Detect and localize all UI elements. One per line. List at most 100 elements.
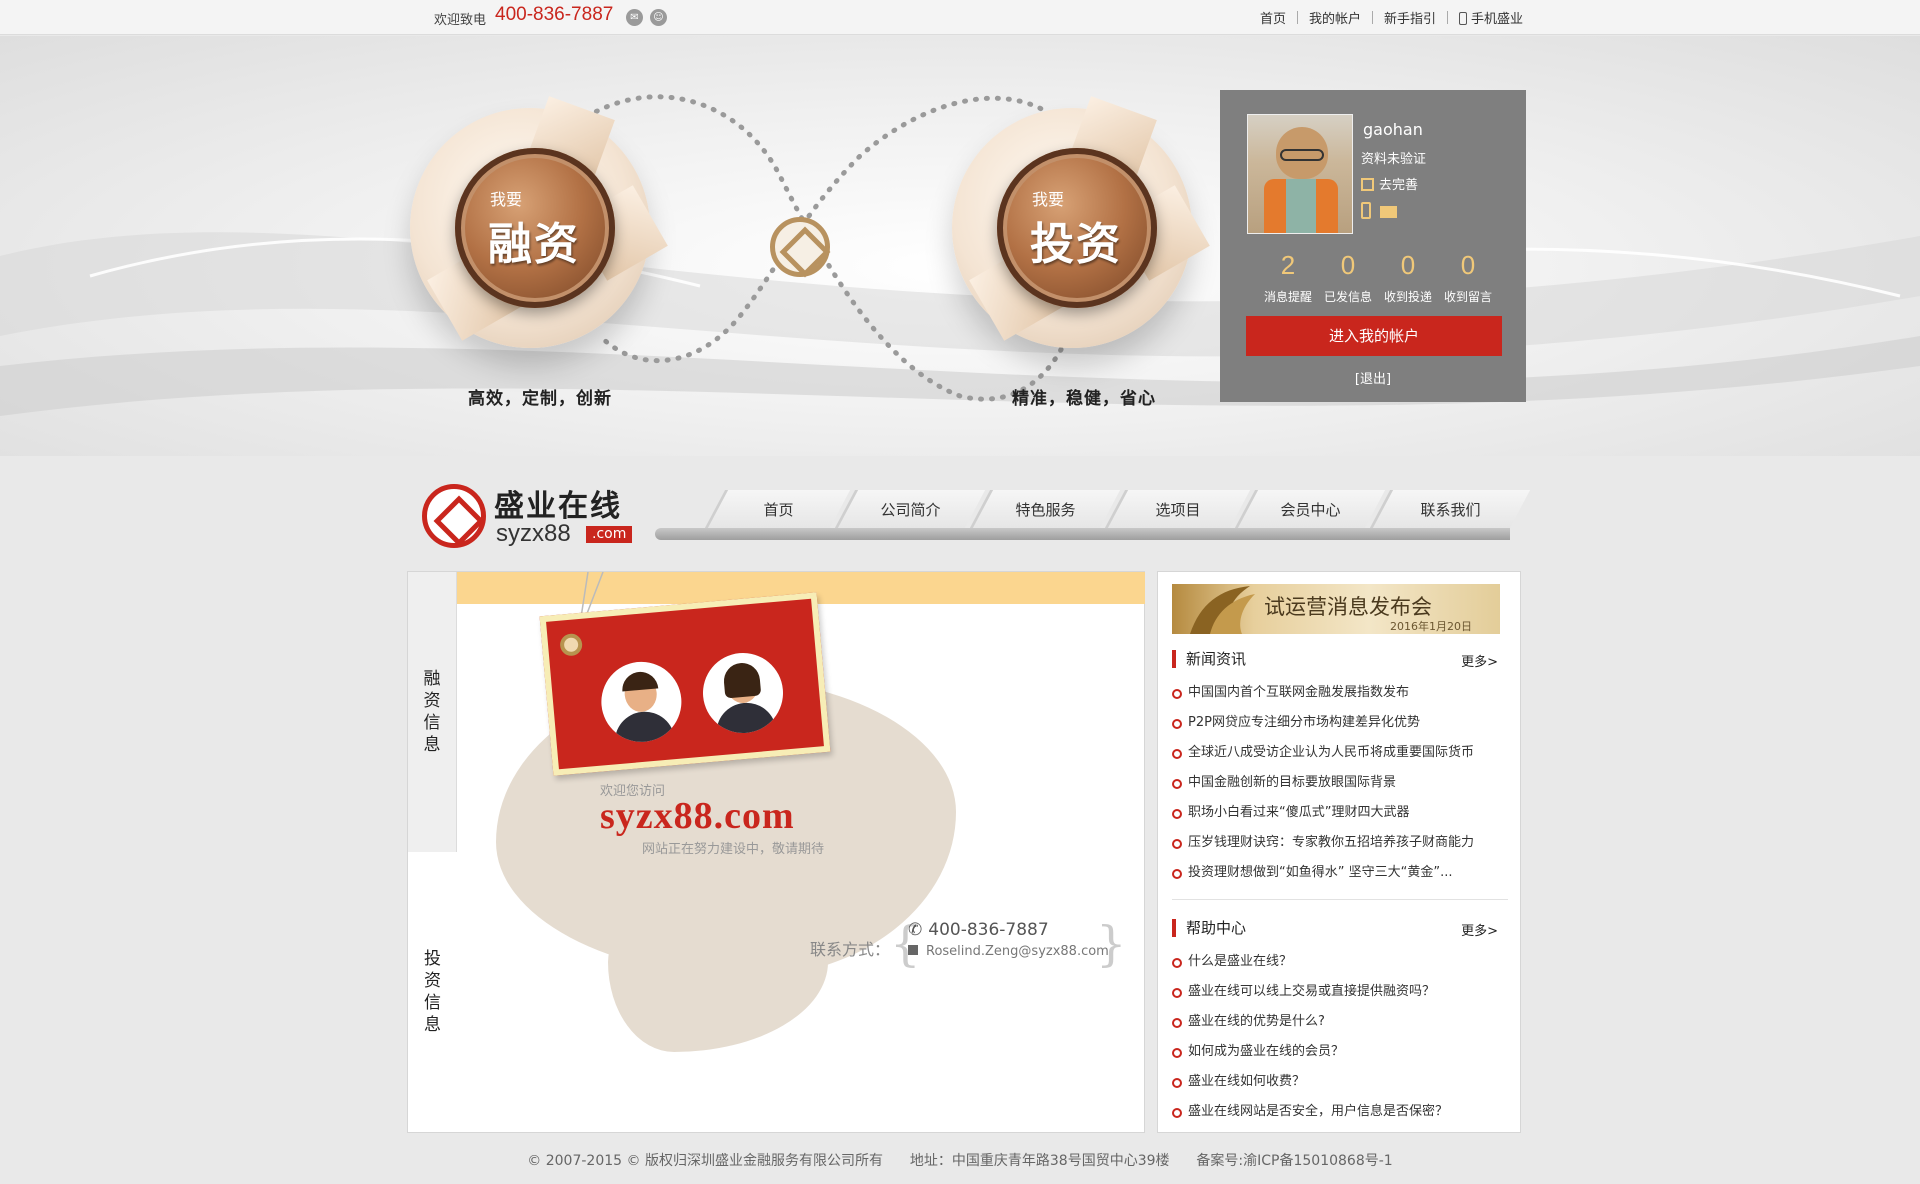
news-item[interactable]: 中国国内首个互联网金融发展指数发布 <box>1172 678 1502 708</box>
help-item[interactable]: 如何成为盛业在线的会员？ <box>1172 1037 1502 1067</box>
top-link-guide[interactable]: 新手指引 <box>1384 8 1436 27</box>
banner-title: 试运营消息发布会 <box>1264 595 1432 619</box>
enter-account-button[interactable]: 进入我的帐户 <box>1246 316 1502 356</box>
user-stats: 2 消息提醒 0 已发信息 0 收到投递 0 收到留言 <box>1258 250 1498 305</box>
avatar-shirt <box>1286 179 1316 233</box>
tab-finance-info-label: 融资信息 <box>423 669 441 755</box>
help-item[interactable]: 盛业在线如何收费？ <box>1172 1067 1502 1097</box>
news-section-title: 新闻资讯 <box>1172 650 1246 668</box>
invest-small-label: 我要 <box>1032 190 1065 209</box>
agent-hair <box>722 661 762 699</box>
nav-item-members[interactable]: 会员中心 <box>1234 490 1386 528</box>
stat-messages[interactable]: 2 消息提醒 <box>1258 250 1318 305</box>
news-more-link[interactable]: 更多> <box>1461 651 1498 670</box>
footer-copyright: © 2007-2015 © 版权归深圳盛业金融服务有限公司所有 <box>527 1153 883 1169</box>
brand-logo-icon[interactable] <box>422 484 486 548</box>
under-construction-text: 网站正在努力建设中，敬请期待 <box>642 842 825 857</box>
male-agent-avatar <box>598 658 685 746</box>
contact-email[interactable]: Roselind.Zeng@syzx88.com <box>908 944 1109 959</box>
stat-received-submissions[interactable]: 0 收到投递 <box>1378 250 1438 305</box>
section-divider <box>1172 899 1508 900</box>
nav-item-label: 首页 <box>763 501 794 519</box>
invest-big-label: 投资 <box>1030 219 1122 270</box>
avatar-glasses <box>1280 149 1324 161</box>
nav-item-label: 会员中心 <box>1280 501 1341 519</box>
stat-value: 0 <box>1460 250 1476 280</box>
top-bar: 欢迎致电 400-836-7887 ✉ ☺ 首页 我的帐户 新手指引 手机盛业 <box>0 0 1920 35</box>
stat-value: 2 <box>1280 250 1296 280</box>
help-item[interactable]: 什么是盛业在线？ <box>1172 947 1502 977</box>
finance-small-label: 我要 <box>490 190 523 209</box>
nav-item-services[interactable]: 特色服务 <box>969 490 1121 528</box>
gold-ribbon-icon <box>1190 586 1255 634</box>
stat-label: 消息提醒 <box>1263 290 1312 304</box>
nav-item-label: 公司简介 <box>880 501 941 519</box>
news-item[interactable]: 全球近八成受访企业认为人民币将成重要国际货币 <box>1172 738 1502 768</box>
top-link-account[interactable]: 我的帐户 <box>1309 8 1361 27</box>
complete-profile-link[interactable]: 去完善 <box>1361 174 1418 193</box>
help-item[interactable]: 盛业在线的优势是什么? <box>1172 1007 1502 1037</box>
news-item[interactable]: P2P网贷应专注细分市场构建差异化优势 <box>1172 708 1502 738</box>
logout-link[interactable]: [退出] <box>1220 368 1526 387</box>
footer-icp: 备案号:渝ICP备15010868号-1 <box>1196 1153 1393 1169</box>
news-item[interactable]: 中国金融创新的目标要放眼国际背景 <box>1172 768 1502 798</box>
customer-service-card <box>539 592 831 776</box>
wechat-icon[interactable]: ✉ <box>626 9 643 26</box>
nav-item-label: 特色服务 <box>1015 501 1076 519</box>
contact-phone: ✆ 400-836-7887 <box>908 920 1049 940</box>
divider <box>1371 11 1373 24</box>
stat-label: 已发信息 <box>1323 290 1372 304</box>
brand-coin-icon <box>770 217 830 277</box>
avatar[interactable] <box>1247 114 1353 234</box>
finance-disc[interactable]: 我要 融资 <box>410 96 668 348</box>
news-item[interactable]: 压岁钱理财诀窍：专家教你五招培养孩子财商能力 <box>1172 828 1502 858</box>
nav-item-contact[interactable]: 联系我们 <box>1369 490 1531 528</box>
contact-label: 联系方式： <box>810 940 891 959</box>
female-agent-avatar <box>699 649 787 737</box>
stat-received-comments[interactable]: 0 收到留言 <box>1438 250 1498 305</box>
nav-item-home[interactable]: 首页 <box>704 490 851 528</box>
stat-sent[interactable]: 0 已发信息 <box>1318 250 1378 305</box>
top-link-mobile-label: 手机盛业 <box>1470 12 1523 27</box>
hero-banner: 我要 融资 高效，定制，创新 我要 投资 精准，稳健，省心 <box>0 36 1920 456</box>
mail-icon <box>908 945 918 955</box>
site-domain-title: syzx88.com <box>600 795 795 837</box>
divider <box>1446 11 1448 24</box>
launch-event-banner[interactable]: 试运营消息发布会 2016年1月20日 <box>1172 584 1500 634</box>
top-link-mobile[interactable]: 手机盛业 <box>1458 8 1523 27</box>
news-list: 中国国内首个互联网金融发展指数发布 P2P网贷应专注细分市场构建差异化优势 全球… <box>1172 678 1502 888</box>
nav-item-about[interactable]: 公司简介 <box>834 490 986 528</box>
divider <box>1296 11 1298 24</box>
finance-tagline: 高效，定制，创新 <box>468 389 612 409</box>
tab-finance-info[interactable]: 融资信息 <box>408 572 457 852</box>
news-item[interactable]: 职场小白看过来“傻瓜式”理财四大武器 <box>1172 798 1502 828</box>
stat-value: 0 <box>1340 250 1356 280</box>
main-nav: 首页 公司简介 特色服务 选项目 会员中心 联系我们 <box>655 490 1531 540</box>
mobile-verify-icon[interactable] <box>1361 202 1371 219</box>
user-panel: gaohan 资料未验证 去完善 2 消息提醒 0 已发信息 0 收到投递 0 … <box>1220 90 1526 402</box>
nav-item-label: 选项目 <box>1155 501 1201 519</box>
complete-profile-label: 去完善 <box>1379 178 1419 193</box>
username: gaohan <box>1363 120 1423 139</box>
qq-icon[interactable]: ☺ <box>650 9 667 26</box>
brand-com-badge: .com <box>586 526 633 543</box>
mobile-phone-icon <box>1458 12 1467 25</box>
news-item[interactable]: 投资理财想做到“如鱼得水” 坚守三大“黄金”... <box>1172 858 1502 888</box>
brand-domain: syzx88 <box>496 520 571 547</box>
verification-status: 资料未验证 <box>1361 152 1427 167</box>
help-more-link[interactable]: 更多> <box>1461 920 1498 939</box>
tab-invest-info[interactable]: 投资信息 <box>408 852 457 1132</box>
footer: © 2007-2015 © 版权归深圳盛业金融服务有限公司所有 地址：中国重庆青… <box>0 1150 1920 1170</box>
brand-name: 盛业在线 <box>494 489 622 524</box>
phone-icon: ✆ <box>908 920 923 940</box>
invest-tagline: 精准，稳健，省心 <box>1012 389 1156 409</box>
invest-disc[interactable]: 我要 投资 <box>952 96 1210 348</box>
ink-blob-decoration <box>608 902 828 1052</box>
mail-verify-icon[interactable] <box>1380 206 1397 218</box>
agent-suit <box>612 709 676 746</box>
help-item[interactable]: 盛业在线可以线上交易或直接提供融资吗？ <box>1172 977 1502 1007</box>
nav-item-projects[interactable]: 选项目 <box>1104 490 1251 528</box>
help-item[interactable]: 盛业在线网站是否安全，用户信息是否保密？ <box>1172 1097 1502 1127</box>
top-link-home[interactable]: 首页 <box>1260 8 1286 27</box>
agent-hair <box>620 670 659 692</box>
